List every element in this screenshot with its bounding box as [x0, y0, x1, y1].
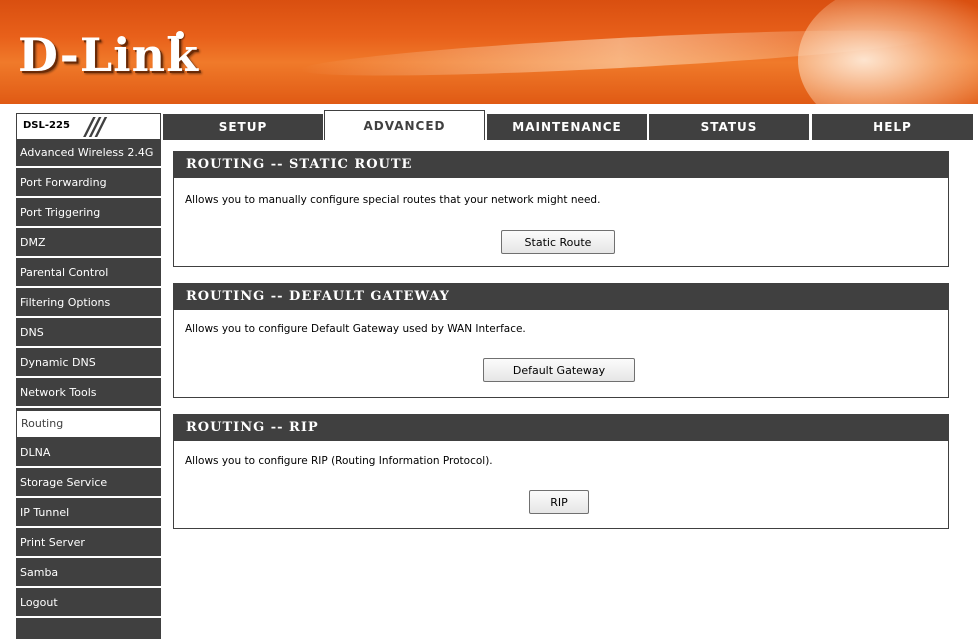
- sidebar-item-dmz[interactable]: DMZ: [16, 230, 161, 258]
- section-description: Allows you to manually configure special…: [185, 194, 601, 206]
- tab-status[interactable]: STATUS: [649, 114, 809, 140]
- sidebar-item-port-forwarding[interactable]: Port Forwarding: [16, 170, 161, 198]
- section-title: ROUTING -- RIP: [174, 415, 948, 441]
- model-badge: DSL-225 ///: [16, 112, 161, 141]
- section-title: ROUTING -- DEFAULT GATEWAY: [174, 284, 948, 310]
- sidebar-item-dlna[interactable]: DLNA: [16, 440, 161, 468]
- sidebar-item-print-server[interactable]: Print Server: [16, 530, 161, 558]
- header-banner: D-Link: [0, 0, 978, 104]
- sidebar-item-routing[interactable]: Routing: [16, 410, 161, 438]
- tab-maintenance[interactable]: MAINTENANCE: [487, 114, 647, 140]
- sidebar-item-network-tools[interactable]: Network Tools: [16, 380, 161, 408]
- sidebar-item-logout[interactable]: Logout: [16, 590, 161, 618]
- model-label: DSL-225: [23, 120, 70, 131]
- sidebar: Advanced Wireless 2.4G Port Forwarding P…: [16, 140, 161, 639]
- sidebar-item-filtering-options[interactable]: Filtering Options: [16, 290, 161, 318]
- sidebar-item-parental-control[interactable]: Parental Control: [16, 260, 161, 288]
- sidebar-item-storage-service[interactable]: Storage Service: [16, 470, 161, 498]
- sidebar-item-port-triggering[interactable]: Port Triggering: [16, 200, 161, 228]
- sidebar-item-advanced-wireless[interactable]: Advanced Wireless 2.4G: [16, 140, 161, 168]
- dlink-logo: D-Link: [18, 28, 199, 82]
- static-route-button[interactable]: Static Route: [501, 230, 615, 254]
- section-description: Allows you to configure RIP (Routing Inf…: [185, 455, 493, 467]
- model-slash-icon: ///: [85, 112, 105, 141]
- section-description: Allows you to configure Default Gateway …: [185, 323, 526, 335]
- section-rip: ROUTING -- RIP Allows you to configure R…: [173, 414, 949, 529]
- section-default-gateway: ROUTING -- DEFAULT GATEWAY Allows you to…: [173, 283, 949, 398]
- tab-help[interactable]: HELP: [812, 114, 973, 140]
- default-gateway-button[interactable]: Default Gateway: [483, 358, 635, 382]
- logo-dot-icon: [176, 31, 184, 39]
- tab-advanced[interactable]: ADVANCED: [324, 110, 485, 140]
- section-title: ROUTING -- STATIC ROUTE: [174, 152, 948, 178]
- section-static-route: ROUTING -- STATIC ROUTE Allows you to ma…: [173, 151, 949, 267]
- sidebar-item-dynamic-dns[interactable]: Dynamic DNS: [16, 350, 161, 378]
- sidebar-item-samba[interactable]: Samba: [16, 560, 161, 588]
- sidebar-item-ip-tunnel[interactable]: IP Tunnel: [16, 500, 161, 528]
- tab-setup[interactable]: SETUP: [163, 114, 323, 140]
- banner-swoosh: [798, 0, 978, 104]
- sidebar-item-dns[interactable]: DNS: [16, 320, 161, 348]
- rip-button[interactable]: RIP: [529, 490, 589, 514]
